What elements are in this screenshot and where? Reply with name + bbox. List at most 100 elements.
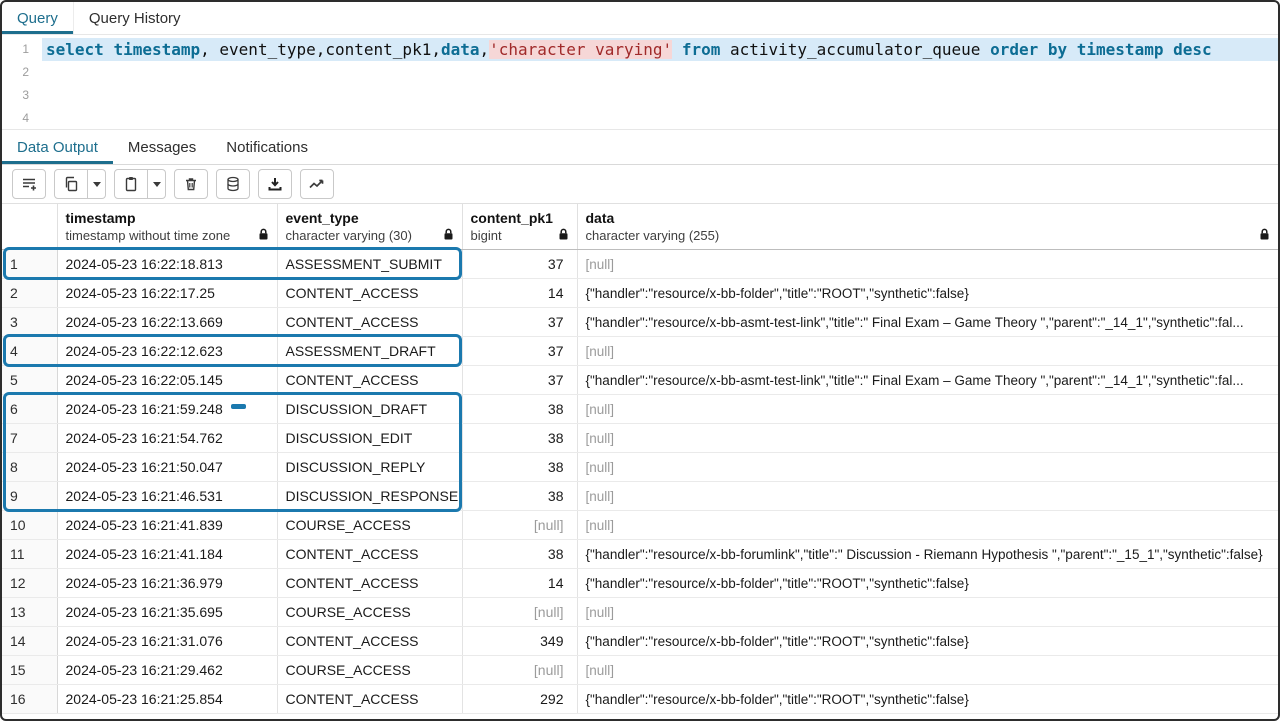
tab-query-history[interactable]: Query History bbox=[74, 2, 196, 34]
row-number-cell[interactable]: 8 bbox=[2, 453, 57, 482]
copy-dropdown-button[interactable] bbox=[88, 169, 106, 199]
column-header-data[interactable]: datacharacter varying (255) bbox=[577, 204, 1278, 250]
paste-button[interactable] bbox=[114, 169, 148, 199]
tab-query[interactable]: Query bbox=[2, 2, 74, 34]
content-pk1-cell[interactable]: 37 bbox=[462, 250, 577, 279]
row-number-cell[interactable]: 16 bbox=[2, 685, 57, 714]
timestamp-cell[interactable]: 2024-05-23 16:21:59.248 bbox=[57, 395, 277, 424]
sql-line-1[interactable]: select timestamp, event_type,content_pk1… bbox=[42, 38, 1278, 61]
timestamp-cell[interactable]: 2024-05-23 16:22:12.623 bbox=[57, 337, 277, 366]
data-cell[interactable]: {"handler":"resource/x-bb-forumlink","ti… bbox=[577, 540, 1278, 569]
column-header-event_type[interactable]: event_typecharacter varying (30) bbox=[277, 204, 462, 250]
event-type-cell[interactable]: COURSE_ACCESS bbox=[277, 656, 462, 685]
data-cell[interactable]: [null] bbox=[577, 656, 1278, 685]
data-cell[interactable]: {"handler":"resource/x-bb-asmt-test-link… bbox=[577, 308, 1278, 337]
event-type-cell[interactable]: COURSE_ACCESS bbox=[277, 511, 462, 540]
copy-button[interactable] bbox=[54, 169, 88, 199]
timestamp-cell[interactable]: 2024-05-23 16:21:29.462 bbox=[57, 656, 277, 685]
timestamp-cell[interactable]: 2024-05-23 16:22:17.25 bbox=[57, 279, 277, 308]
data-cell[interactable]: [null] bbox=[577, 424, 1278, 453]
event-type-cell[interactable]: COURSE_ACCESS bbox=[277, 598, 462, 627]
data-cell[interactable]: {"handler":"resource/x-bb-folder","title… bbox=[577, 569, 1278, 598]
delete-rows-button[interactable] bbox=[174, 169, 208, 199]
data-cell[interactable]: [null] bbox=[577, 395, 1278, 424]
content-pk1-cell[interactable]: 14 bbox=[462, 569, 577, 598]
data-cell[interactable]: {"handler":"resource/x-bb-folder","title… bbox=[577, 279, 1278, 308]
content-pk1-cell[interactable]: [null] bbox=[462, 656, 577, 685]
event-type-cell[interactable]: ASSESSMENT_SUBMIT bbox=[277, 250, 462, 279]
data-cell[interactable]: {"handler":"resource/x-bb-asmt-test-link… bbox=[577, 366, 1278, 395]
data-cell[interactable]: [null] bbox=[577, 337, 1278, 366]
save-data-changes-button[interactable] bbox=[216, 169, 250, 199]
row-number-cell[interactable]: 7 bbox=[2, 424, 57, 453]
row-number-cell[interactable]: 1 bbox=[2, 250, 57, 279]
row-number-cell[interactable]: 6 bbox=[2, 395, 57, 424]
timestamp-cell[interactable]: 2024-05-23 16:22:05.145 bbox=[57, 366, 277, 395]
row-number-cell[interactable]: 13 bbox=[2, 598, 57, 627]
timestamp-cell[interactable]: 2024-05-23 16:21:35.695 bbox=[57, 598, 277, 627]
row-number-cell[interactable]: 4 bbox=[2, 337, 57, 366]
event-type-cell[interactable]: CONTENT_ACCESS bbox=[277, 685, 462, 714]
data-cell[interactable]: [null] bbox=[577, 511, 1278, 540]
column-header-timestamp[interactable]: timestamptimestamp without time zone bbox=[57, 204, 277, 250]
content-pk1-cell[interactable]: 37 bbox=[462, 337, 577, 366]
content-pk1-cell[interactable]: 349 bbox=[462, 627, 577, 656]
data-cell[interactable]: {"handler":"resource/x-bb-folder","title… bbox=[577, 627, 1278, 656]
row-number-cell[interactable]: 2 bbox=[2, 279, 57, 308]
tab-notifications[interactable]: Notifications bbox=[211, 130, 323, 164]
content-pk1-cell[interactable]: 14 bbox=[462, 279, 577, 308]
tab-data-output[interactable]: Data Output bbox=[2, 130, 113, 164]
event-type-cell[interactable]: ASSESSMENT_DRAFT bbox=[277, 337, 462, 366]
timestamp-cell[interactable]: 2024-05-23 16:21:46.531 bbox=[57, 482, 277, 511]
sql-editor[interactable]: 1234 select timestamp, event_type,conten… bbox=[2, 35, 1278, 130]
data-cell[interactable]: {"handler":"resource/x-bb-folder","title… bbox=[577, 685, 1278, 714]
row-number-cell[interactable]: 15 bbox=[2, 656, 57, 685]
content-pk1-cell[interactable]: 37 bbox=[462, 366, 577, 395]
event-type-cell[interactable]: CONTENT_ACCESS bbox=[277, 569, 462, 598]
event-type-cell[interactable]: DISCUSSION_REPLY bbox=[277, 453, 462, 482]
row-number-cell[interactable]: 14 bbox=[2, 627, 57, 656]
content-pk1-cell[interactable]: 37 bbox=[462, 308, 577, 337]
event-type-cell[interactable]: DISCUSSION_RESPONSE bbox=[277, 482, 462, 511]
row-number-cell[interactable]: 9 bbox=[2, 482, 57, 511]
content-pk1-cell[interactable]: [null] bbox=[462, 598, 577, 627]
content-pk1-cell[interactable]: 38 bbox=[462, 540, 577, 569]
content-pk1-cell[interactable]: [null] bbox=[462, 511, 577, 540]
timestamp-cell[interactable]: 2024-05-23 16:21:50.047 bbox=[57, 453, 277, 482]
timestamp-cell[interactable]: 2024-05-23 16:21:25.854 bbox=[57, 685, 277, 714]
timestamp-cell[interactable]: 2024-05-23 16:22:18.813 bbox=[57, 250, 277, 279]
data-cell[interactable]: [null] bbox=[577, 598, 1278, 627]
row-number-cell[interactable]: 5 bbox=[2, 366, 57, 395]
timestamp-cell[interactable]: 2024-05-23 16:22:13.669 bbox=[57, 308, 277, 337]
add-row-button[interactable] bbox=[12, 169, 46, 199]
row-number-header[interactable] bbox=[2, 204, 57, 250]
sql-line-4[interactable] bbox=[42, 107, 1278, 129]
content-pk1-cell[interactable]: 38 bbox=[462, 395, 577, 424]
timestamp-cell[interactable]: 2024-05-23 16:21:41.839 bbox=[57, 511, 277, 540]
timestamp-cell[interactable]: 2024-05-23 16:21:36.979 bbox=[57, 569, 277, 598]
row-number-cell[interactable]: 3 bbox=[2, 308, 57, 337]
event-type-cell[interactable]: CONTENT_ACCESS bbox=[277, 308, 462, 337]
content-pk1-cell[interactable]: 292 bbox=[462, 685, 577, 714]
event-type-cell[interactable]: DISCUSSION_EDIT bbox=[277, 424, 462, 453]
timestamp-cell[interactable]: 2024-05-23 16:21:31.076 bbox=[57, 627, 277, 656]
event-type-cell[interactable]: CONTENT_ACCESS bbox=[277, 366, 462, 395]
event-type-cell[interactable]: CONTENT_ACCESS bbox=[277, 540, 462, 569]
timestamp-cell[interactable]: 2024-05-23 16:21:41.184 bbox=[57, 540, 277, 569]
paste-dropdown-button[interactable] bbox=[148, 169, 166, 199]
sql-line-3[interactable] bbox=[42, 84, 1278, 107]
content-pk1-cell[interactable]: 38 bbox=[462, 482, 577, 511]
row-number-cell[interactable]: 11 bbox=[2, 540, 57, 569]
data-cell[interactable]: [null] bbox=[577, 250, 1278, 279]
save-results-to-file-button[interactable] bbox=[258, 169, 292, 199]
row-number-cell[interactable]: 12 bbox=[2, 569, 57, 598]
tab-messages[interactable]: Messages bbox=[113, 130, 211, 164]
content-pk1-cell[interactable]: 38 bbox=[462, 453, 577, 482]
row-number-cell[interactable]: 10 bbox=[2, 511, 57, 540]
sql-line-2[interactable] bbox=[42, 61, 1278, 84]
content-pk1-cell[interactable]: 38 bbox=[462, 424, 577, 453]
graph-visualiser-button[interactable] bbox=[300, 169, 334, 199]
data-cell[interactable]: [null] bbox=[577, 453, 1278, 482]
data-cell[interactable]: [null] bbox=[577, 482, 1278, 511]
editor-code-area[interactable]: select timestamp, event_type,content_pk1… bbox=[42, 35, 1278, 129]
